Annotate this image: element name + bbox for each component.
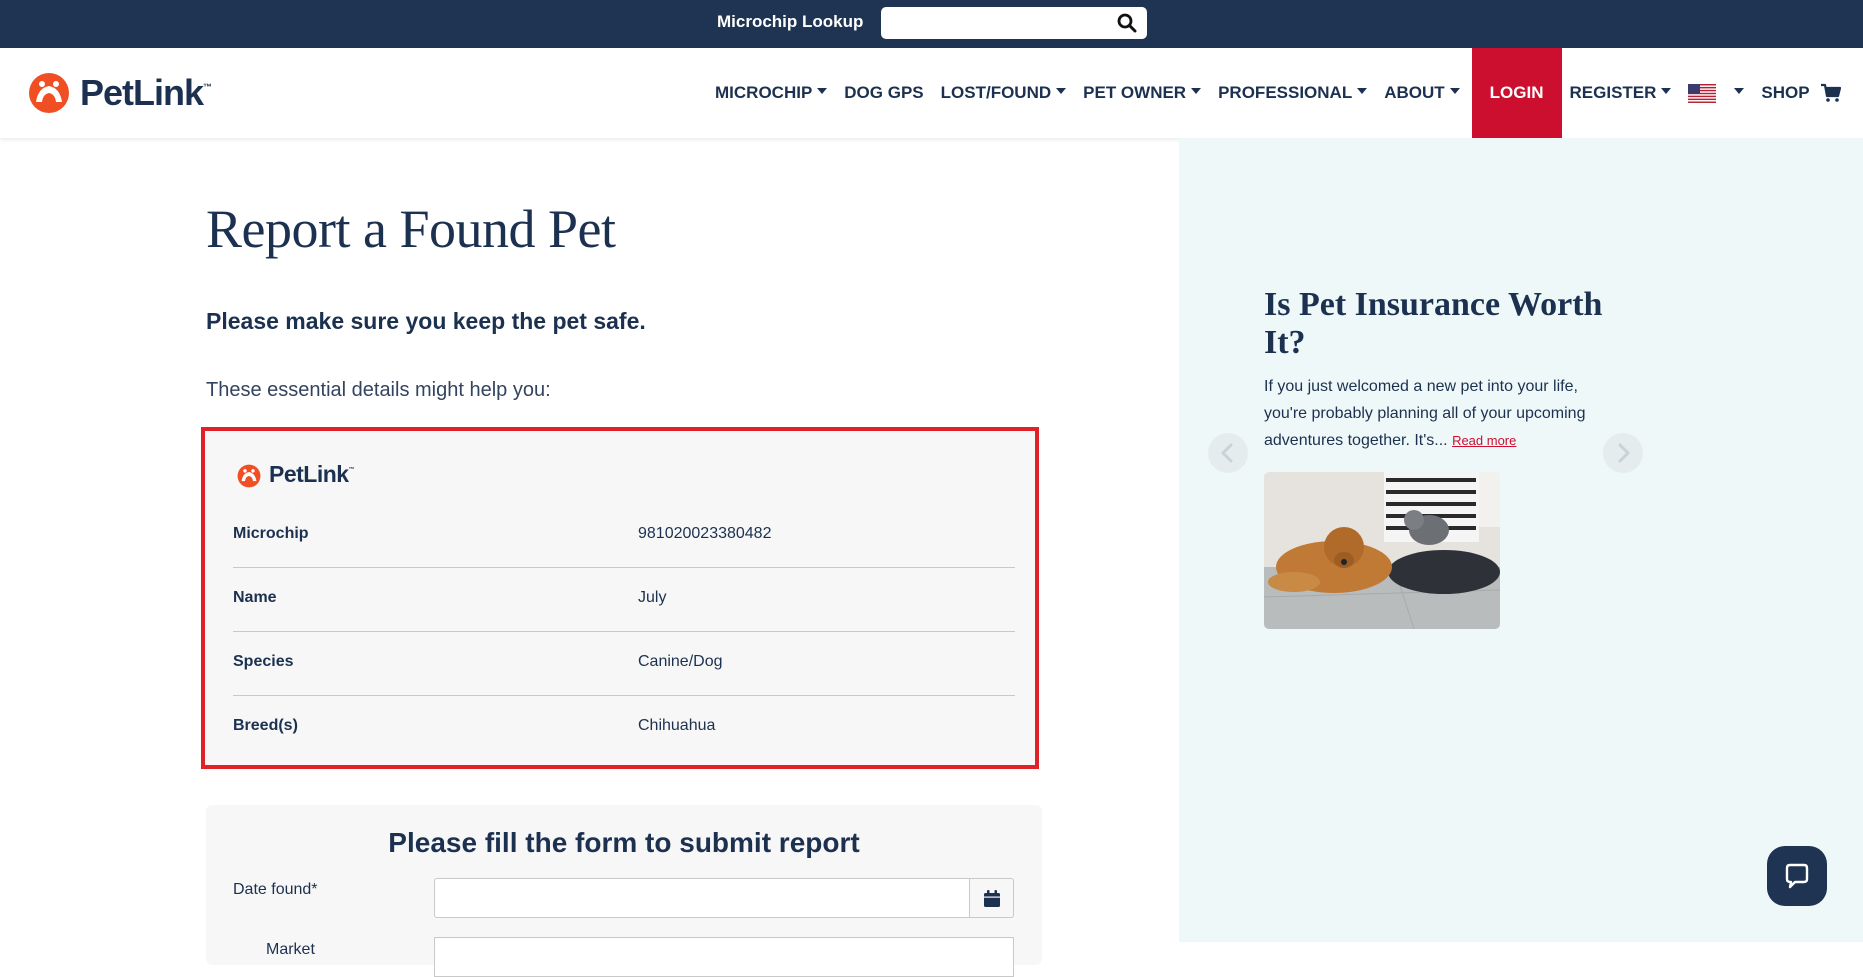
nav-about[interactable]: ABOUT — [1384, 48, 1460, 138]
info-label: Microchip — [233, 525, 309, 542]
card-logo-text: PetLink — [269, 461, 349, 487]
nav-about-label: ABOUT — [1384, 83, 1445, 102]
carousel-next-button[interactable] — [1603, 433, 1643, 473]
chat-bubble-icon — [1785, 863, 1809, 889]
info-label: Name — [233, 589, 277, 606]
form-title: Please fill the form to submit report — [388, 827, 860, 858]
info-value: Canine/Dog — [638, 653, 723, 670]
calendar-icon — [984, 890, 1000, 907]
nav-pet-owner[interactable]: PET OWNER — [1083, 48, 1202, 138]
promo-image[interactable] — [1264, 472, 1500, 629]
nav-lost-found[interactable]: LOST/FOUND — [941, 48, 1067, 138]
info-row-name: Name July — [233, 567, 1015, 632]
pet-details-card: PetLink™ Microchip 981020023380482 Name … — [201, 427, 1039, 769]
chevron-down-icon — [1056, 88, 1067, 94]
info-label: Species — [233, 653, 294, 670]
nav-register[interactable]: REGISTER — [1570, 48, 1672, 138]
nav-pet-owner-label: PET OWNER — [1083, 83, 1187, 102]
nav-lost-found-label: LOST/FOUND — [940, 83, 1052, 102]
chevron-down-icon — [1191, 88, 1202, 94]
date-found-input[interactable] — [434, 878, 970, 918]
chevron-down-icon — [1357, 88, 1368, 94]
info-label: Breed(s) — [233, 717, 298, 734]
info-value: Chihuahua — [638, 717, 716, 734]
cart-button[interactable] — [1820, 48, 1842, 138]
promo-excerpt: If you just welcomed a new pet into your… — [1264, 378, 1586, 449]
microchip-lookup-input[interactable] — [889, 11, 1113, 37]
chevron-down-icon — [817, 88, 828, 94]
petlink-logo-icon — [237, 464, 261, 488]
login-label: LOGIN — [1489, 83, 1544, 102]
chevron-down-icon — [1734, 88, 1745, 94]
market-input[interactable] — [434, 937, 1014, 977]
us-flag-icon — [1688, 83, 1717, 103]
search-icon[interactable] — [1117, 13, 1137, 33]
info-value: 981020023380482 — [638, 525, 772, 542]
card-logo-wordmark: PetLink™ — [269, 461, 355, 488]
info-row-breed: Breed(s) Chihuahua — [233, 695, 1015, 759]
chat-button[interactable] — [1767, 846, 1827, 906]
info-value: July — [638, 589, 667, 606]
nav-register-label: REGISTER — [1569, 83, 1657, 102]
microchip-lookup-box[interactable] — [881, 7, 1147, 39]
page-title: Report a Found Pet — [206, 199, 616, 259]
main-header: PetLink™ MICROCHIP DOG GPS LOST/FOUND PE… — [0, 48, 1863, 138]
market-label: Market — [266, 941, 315, 958]
nav-microchip-label: MICROCHIP — [715, 83, 813, 102]
nav-professional[interactable]: PROFESSIONAL — [1218, 48, 1368, 138]
read-more-link[interactable]: Read more — [1452, 433, 1516, 448]
nav-dog-gps[interactable]: DOG GPS — [844, 48, 923, 138]
nav-professional-label: PROFESSIONAL — [1218, 83, 1353, 102]
date-found-label: Date found* — [233, 881, 318, 898]
petlink-logo-icon — [29, 73, 69, 113]
chevron-left-icon — [1221, 443, 1233, 463]
chevron-down-icon — [1449, 88, 1460, 94]
date-picker-button[interactable] — [970, 878, 1014, 918]
main-nav: MICROCHIP DOG GPS LOST/FOUND PET OWNER P… — [715, 48, 1859, 138]
carousel-prev-button[interactable] — [1208, 433, 1248, 473]
nav-microchip[interactable]: MICROCHIP — [715, 48, 828, 138]
dog-and-cat-photo — [1264, 472, 1500, 629]
logo-trademark: ™ — [203, 82, 213, 92]
card-logo-trademark: ™ — [348, 467, 355, 473]
chevron-down-icon — [1661, 88, 1672, 94]
top-bar: Microchip Lookup — [0, 0, 1863, 48]
login-button[interactable]: LOGIN — [1471, 48, 1562, 138]
promo-title: Is Pet Insurance Worth It? — [1264, 286, 1603, 361]
promo-text: If you just welcomed a new pet into your… — [1264, 373, 1594, 454]
nav-shop[interactable]: SHOP — [1761, 48, 1809, 138]
info-row-species: Species Canine/Dog — [233, 631, 1015, 696]
logo-wordmark: PetLink™ — [80, 72, 212, 114]
logo-text: PetLink — [80, 72, 204, 113]
safety-subtitle: Please make sure you keep the pet safe. — [206, 308, 646, 334]
info-row-microchip: Microchip 981020023380482 — [233, 503, 1015, 568]
microchip-lookup-label: Microchip Lookup — [717, 12, 864, 31]
nav-dog-gps-label: DOG GPS — [844, 83, 924, 102]
nav-shop-label: SHOP — [1761, 83, 1810, 102]
promo-panel: Is Pet Insurance Worth It? If you just w… — [1179, 138, 1863, 942]
details-hint: These essential details might help you: — [206, 379, 551, 401]
language-selector[interactable] — [1688, 48, 1745, 138]
chevron-right-icon — [1618, 443, 1630, 463]
report-form-panel: Please fill the form to submit report Da… — [206, 805, 1042, 977]
cart-icon — [1820, 83, 1841, 102]
